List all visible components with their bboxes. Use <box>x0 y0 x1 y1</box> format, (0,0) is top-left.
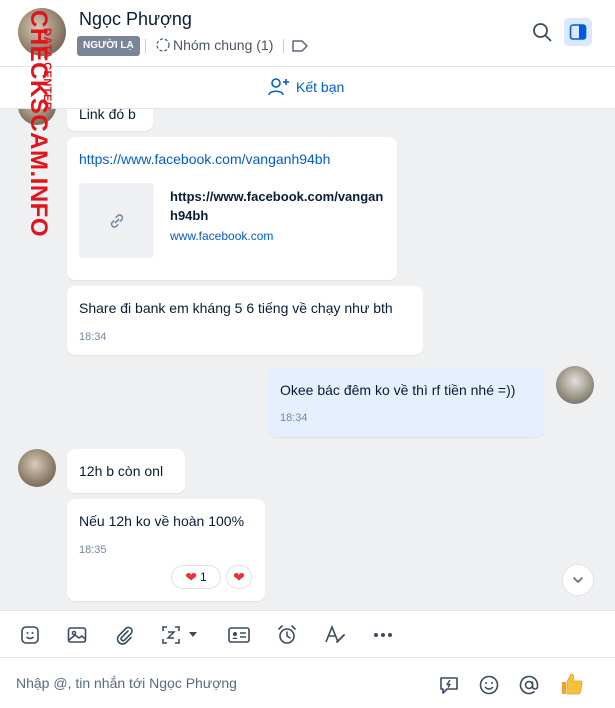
message-time: 18:34 <box>280 412 308 424</box>
link-message-bubble[interactable]: https://www.facebook.com/vanganh94bh htt… <box>67 137 397 280</box>
text-format-button[interactable] <box>323 623 347 647</box>
composer-toolbar <box>0 610 615 658</box>
add-friend-bar: Kết bạn <box>0 67 615 109</box>
search-icon[interactable] <box>531 21 553 43</box>
add-friend-label: Kết bạn <box>296 79 345 95</box>
thumbs-up-icon <box>562 673 583 695</box>
more-icon <box>374 633 392 637</box>
common-groups-link[interactable]: Nhóm chung (1) <box>173 37 273 53</box>
sidebar-panel-icon <box>569 24 587 40</box>
image-icon <box>67 627 87 643</box>
stranger-badge: NGƯỜI LẠ <box>77 36 140 56</box>
message-time: 18:34 <box>79 331 107 343</box>
screenshot-button[interactable] <box>160 623 206 647</box>
message-text: Nếu 12h ko về hoàn 100% <box>79 513 245 529</box>
at-sign-icon <box>519 675 539 695</box>
text-format-icon <box>325 624 345 643</box>
mention-button[interactable] <box>518 674 540 696</box>
reminder-button[interactable] <box>275 623 299 647</box>
message-text: Link đó b <box>79 109 136 122</box>
chevron-down-icon <box>573 577 583 583</box>
attachment-button[interactable] <box>112 623 136 647</box>
link-thumbnail <box>79 183 154 258</box>
contact-avatar-small[interactable] <box>18 109 56 125</box>
emoji-icon <box>479 675 499 695</box>
message-time: 18:35 <box>79 544 107 556</box>
link-preview-domain: www.facebook.com <box>170 229 274 243</box>
contact-card-icon <box>228 627 250 643</box>
message-text: Share đi bank em kháng 5 6 tiếng về chạy… <box>79 300 393 316</box>
group-icon <box>156 38 170 52</box>
message-bubble[interactable]: Nếu 12h ko về hoàn 100% 18:35 ❤ 1 ❤ <box>67 499 265 601</box>
alarm-clock-icon <box>278 625 296 644</box>
chat-header: Ngọc Phượng NGƯỜI LẠ Nhóm chung (1) <box>0 0 615 67</box>
message-bubble-outgoing[interactable]: Okee bác đêm ko về thì rf tiền nhé =)) 1… <box>268 368 544 437</box>
message-bubble[interactable]: Link đó b <box>67 109 153 131</box>
my-avatar[interactable] <box>556 366 594 404</box>
tag-icon[interactable] <box>291 39 309 53</box>
heart-icon: ❤ <box>185 568 198 585</box>
sticker-button[interactable] <box>18 623 42 647</box>
link-preview-card[interactable]: https://www.facebook.com/vanganh94bh www… <box>79 183 383 259</box>
contact-avatar-small[interactable] <box>18 449 56 487</box>
sticker-icon <box>21 626 39 644</box>
reaction-summary[interactable]: ❤ 1 <box>171 565 221 589</box>
screenshot-icon <box>162 626 180 644</box>
caret-down-icon <box>189 632 197 637</box>
add-friend-button[interactable]: Kết bạn <box>268 77 344 97</box>
quick-message-icon <box>440 677 458 694</box>
divider <box>283 39 284 53</box>
paperclip-icon <box>116 626 133 645</box>
message-input[interactable] <box>16 672 416 694</box>
quick-message-button[interactable] <box>438 674 460 696</box>
message-bubble[interactable]: Share đi bank em kháng 5 6 tiếng về chạy… <box>67 286 423 355</box>
quick-like-button[interactable] <box>559 671 585 697</box>
scroll-to-bottom-button[interactable] <box>562 564 594 596</box>
react-button[interactable]: ❤ <box>226 565 252 589</box>
heart-icon: ❤ <box>233 568 245 585</box>
message-bubble[interactable]: 12h b còn onl <box>67 449 185 493</box>
conversation-info-button[interactable] <box>564 18 592 46</box>
message-composer <box>0 658 615 708</box>
contact-name[interactable]: Ngọc Phượng <box>79 9 192 30</box>
image-button[interactable] <box>65 623 89 647</box>
add-user-icon <box>268 78 289 96</box>
link-icon <box>110 213 123 228</box>
contact-card-button[interactable] <box>227 623 251 647</box>
message-list[interactable]: Link đó b https://www.facebook.com/vanga… <box>0 109 615 610</box>
more-options-button[interactable] <box>371 623 395 647</box>
message-text: 12h b còn onl <box>79 463 164 479</box>
reaction-count: 1 <box>200 570 207 584</box>
message-link[interactable]: https://www.facebook.com/vanganh94bh <box>79 151 330 167</box>
link-preview-title: https://www.facebook.com/vanganh94bh <box>170 189 384 223</box>
message-text: Okee bác đêm ko về thì rf tiền nhé =)) <box>280 382 516 398</box>
divider <box>145 39 146 53</box>
emoji-button[interactable] <box>478 674 500 696</box>
contact-avatar[interactable] <box>18 8 66 56</box>
